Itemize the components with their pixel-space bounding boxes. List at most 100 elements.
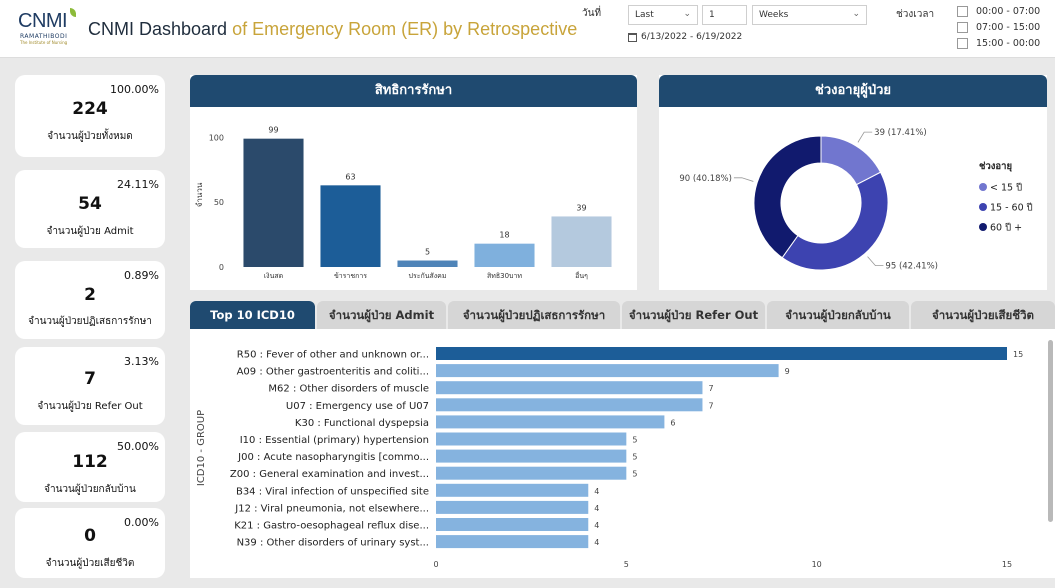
age-panel: ช่วงอายุผู้ป่วย 39 (17.41%) 95 (42.41%) 90…	[659, 75, 1047, 290]
legend-label: < 15 ปี	[990, 182, 1022, 194]
leader-line	[857, 131, 873, 143]
x-tick-label: สิทธิ30บาท	[487, 272, 522, 280]
time-slot-option[interactable]: 07:00 - 15:00	[957, 22, 1040, 33]
x-tick-label: เงินสด	[264, 272, 283, 280]
kpi-value: 54	[78, 194, 102, 214]
x-tick-label: ประกันสังคม	[409, 272, 447, 280]
panel-title: สิทธิการรักษา	[190, 75, 637, 107]
bar	[436, 432, 627, 446]
y-tick-label: 50	[214, 198, 224, 207]
bar	[436, 500, 589, 514]
data-label: 4	[594, 487, 599, 496]
kpi-label: จำนวนผู้ป่วยกลับบ้าน	[44, 484, 136, 495]
title-main: CNMI Dashboard	[88, 19, 228, 39]
chevron-down-icon: ⌄	[852, 9, 860, 19]
kpi-value: 112	[72, 452, 108, 472]
checkbox[interactable]	[957, 22, 968, 33]
legend-label: 15 - 60 ปี	[990, 202, 1033, 214]
x-tick-label: อื่นๆ	[575, 271, 588, 280]
tab-top10-icd10[interactable]: Top 10 ICD10	[190, 301, 315, 329]
y-axis-label: จำนวน	[195, 182, 204, 207]
tab-admit[interactable]: จำนวนผู้ป่วย Admit	[317, 301, 446, 329]
logo-subtext: RAMATHIBODI	[20, 33, 68, 40]
bar	[436, 398, 703, 412]
bar	[436, 518, 589, 531]
legend-marker	[979, 203, 987, 211]
tab-death[interactable]: จำนวนผู้ป่วยเสียชีวิต	[911, 301, 1055, 329]
x-tick-label: 5	[624, 560, 629, 569]
checkbox[interactable]	[957, 6, 968, 17]
bar	[436, 449, 627, 463]
tab-discharge[interactable]: จำนวนผู้ป่วยกลับบ้าน	[767, 301, 909, 329]
date-filter-label: วันที่	[582, 8, 602, 19]
period-unit-select[interactable]: Weeks ⌄	[752, 5, 867, 25]
category-label: B34 : Viral infection of unspecified sit…	[236, 486, 429, 497]
time-slot-option[interactable]: 00:00 - 07:00	[957, 6, 1040, 17]
bar	[436, 535, 589, 549]
chevron-down-icon: ⌄	[683, 9, 691, 19]
relative-date-value: Last	[635, 10, 654, 20]
data-label: 39	[576, 203, 586, 212]
checkbox[interactable]	[957, 38, 968, 49]
tab-refuse[interactable]: จำนวนผู้ป่วยปฏิเสธการรักษา	[448, 301, 620, 329]
kpi-percent: 24.11%	[117, 178, 159, 191]
kpi-label: จำนวนผู้ป่วย Admit	[46, 226, 134, 237]
legend-label: 60 ปี +	[990, 222, 1022, 234]
data-label: 63	[345, 172, 355, 181]
title-accent: of Emergency Room (ER) by Retrospective	[232, 19, 578, 39]
category-label: I10 : Essential (primary) hypertension	[240, 435, 429, 446]
logo-text: CNMI	[18, 10, 68, 32]
legend-marker	[979, 223, 987, 231]
data-label: 90 (40.18%)	[679, 174, 732, 184]
data-label: 4	[594, 538, 599, 547]
category-label: K30 : Functional dyspepsia	[295, 418, 429, 429]
time-slot-label: 15:00 - 00:00	[976, 38, 1041, 49]
icd10-panel: ICD10 - GROUP 15 R50 : Fever of other and …	[190, 329, 1055, 578]
category-label: K21 : Gastro-oesophageal reflux dise...	[234, 521, 429, 532]
bar	[474, 243, 535, 267]
kpi-card-discharge: 50.00% 112 จำนวนผู้ป่วยกลับบ้าน	[15, 432, 165, 502]
panel-title: ช่วงอายุผู้ป่วย	[659, 75, 1047, 107]
kpi-label: จำนวนผู้ป่วย Refer Out	[37, 401, 143, 412]
category-label: R50 : Fever of other and unknown or...	[237, 350, 429, 361]
bar	[436, 347, 1007, 360]
data-label: 39 (17.41%)	[874, 128, 927, 138]
rights-bar-chart: 0 50 100 จำนวน 99 เงินสด 63 ข้าราชการ 5 ประกันสัง…	[195, 126, 612, 280]
y-axis-label: ICD10 - GROUP	[196, 410, 207, 486]
data-label: 5	[632, 470, 637, 479]
data-label: 9	[785, 367, 790, 376]
kpi-card-refuse: 0.89% 2 จำนวนผู้ป่วยปฏิเสธการรักษา	[15, 261, 165, 339]
calendar-icon	[628, 32, 637, 42]
bar	[320, 185, 381, 267]
donut-slice	[753, 135, 822, 259]
kpi-card-death: 0.00% 0 จำนวนผู้ป่วยเสียชีวิต	[15, 508, 165, 578]
relative-number-value: 1	[709, 10, 715, 20]
bar	[551, 216, 612, 267]
scrollbar[interactable]	[1048, 340, 1053, 522]
bar	[436, 364, 779, 378]
bar	[397, 260, 458, 267]
relative-date-select[interactable]: Last ⌄	[628, 5, 698, 25]
kpi-percent: 3.13%	[124, 355, 159, 368]
kpi-label: จำนวนผู้ป่วยทั้งหมด	[47, 131, 133, 142]
x-tick-label: 15	[1002, 560, 1012, 569]
bar	[436, 381, 703, 395]
data-label: 4	[594, 504, 599, 513]
category-label: J12 : Viral pneumonia, not elsewhere...	[234, 503, 429, 514]
leaf-icon	[70, 8, 76, 17]
data-label: 5	[425, 248, 430, 257]
time-slot-option[interactable]: 15:00 - 00:00	[957, 38, 1040, 49]
icd10-bar-chart: ICD10 - GROUP 15 R50 : Fever of other and …	[196, 347, 1023, 569]
time-slot-label: 00:00 - 07:00	[976, 6, 1041, 17]
cnmi-logo: CNMI RAMATHIBODI The Institute of Nursin…	[18, 8, 80, 48]
data-label: 5	[632, 436, 637, 445]
data-label: 7	[708, 384, 713, 393]
date-range-text: 6/13/2022 - 6/19/2022	[641, 32, 743, 42]
header-bar: CNMI RAMATHIBODI The Institute of Nursin…	[0, 0, 1055, 58]
bar	[436, 483, 589, 497]
category-label: N39 : Other disorders of urinary syst...	[237, 538, 429, 549]
tab-refer-out[interactable]: จำนวนผู้ป่วย Refer Out	[622, 301, 765, 329]
period-unit-value: Weeks	[759, 10, 789, 20]
relative-number-input[interactable]: 1	[702, 5, 747, 25]
legend-title: ช่วงอายุ	[979, 161, 1012, 172]
